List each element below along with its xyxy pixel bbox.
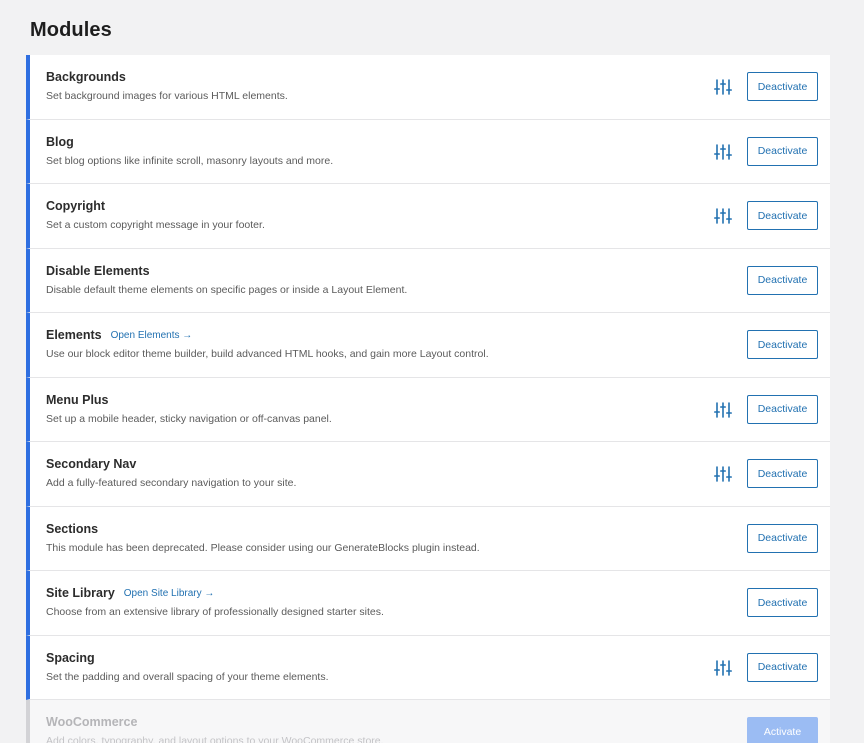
- sliders-icon[interactable]: [714, 466, 733, 482]
- module-row-elements: Elements Open Elements → Use our block edi…: [26, 313, 830, 378]
- module-name: Site Library Open Site Library →: [46, 586, 214, 600]
- module-description: Add a fully-featured secondary navigatio…: [46, 477, 297, 489]
- module-name-text: Menu Plus: [46, 392, 109, 407]
- module-row-menu-plus: Menu Plus Set up a mobile header, sticky …: [26, 377, 830, 442]
- deactivate-button-sections[interactable]: Deactivate: [747, 523, 818, 553]
- module-name: Sections: [46, 522, 98, 536]
- activate-button-woocommerce[interactable]: Activate: [747, 717, 818, 743]
- deactivate-button-backgrounds[interactable]: Deactivate: [747, 72, 818, 101]
- module-name: Copyright: [46, 199, 105, 213]
- module-description: Set blog options like infinite scroll, m…: [46, 154, 334, 167]
- module-name-text: WooCommerce: [46, 715, 138, 729]
- module-name-text: Secondary Nav: [46, 457, 137, 471]
- deactivate-button-secondary-nav[interactable]: Deactivate: [747, 459, 818, 488]
- module-row-sections: Sections This module has been deprecated.…: [26, 506, 830, 571]
- module-description: Set up a mobile header, sticky navigatio…: [46, 412, 332, 425]
- open-elements-link[interactable]: Open Elements →: [111, 330, 193, 341]
- sliders-icon[interactable]: [714, 659, 733, 676]
- module-description: Disable default theme elements on specif…: [46, 283, 408, 296]
- module-description: Choose from an extensive library of prof…: [46, 606, 384, 618]
- deactivate-button-menu-plus[interactable]: Deactivate: [747, 394, 818, 424]
- sliders-icon[interactable]: [714, 208, 733, 224]
- deactivate-button-elements[interactable]: Deactivate: [747, 330, 818, 359]
- module-description: Use our block editor theme builder, buil…: [46, 348, 489, 360]
- module-description: Set background images for various HTML e…: [46, 90, 288, 102]
- module-description: This module has been deprecated. Please …: [46, 541, 480, 554]
- module-name: Backgrounds: [46, 70, 126, 84]
- module-row-spacing: Spacing Set the padding and overall spaci…: [26, 635, 830, 700]
- sliders-icon[interactable]: [714, 143, 733, 160]
- module-name: Secondary Nav: [46, 457, 136, 471]
- sliders-icon[interactable]: [714, 401, 733, 418]
- deactivate-button-blog[interactable]: Deactivate: [747, 136, 818, 166]
- module-name: Blog: [46, 135, 74, 149]
- deactivate-button-copyright[interactable]: Deactivate: [747, 201, 818, 230]
- module-name-text: Backgrounds: [46, 70, 126, 84]
- sliders-icon[interactable]: [714, 79, 733, 95]
- module-row-copyright: Copyright Set a custom copyright message …: [26, 184, 830, 249]
- module-name: Elements Open Elements →: [46, 328, 192, 342]
- module-row-site-library: Site Library Open Site Library → Choose fr…: [26, 571, 830, 636]
- module-name-text: Copyright: [46, 199, 106, 213]
- module-name: Disable Elements: [46, 264, 150, 278]
- module-name-text: Site Library: [46, 586, 115, 600]
- module-row-blog: Blog Set blog options like infinite scrol…: [26, 119, 830, 184]
- open-site-library-link[interactable]: Open Site Library →: [124, 588, 215, 599]
- module-description: Add colors, typography, and layout optio…: [46, 735, 384, 743]
- module-row-backgrounds: Backgrounds Set background images for var…: [26, 55, 830, 120]
- module-description: Set the padding and overall spacing of y…: [46, 670, 329, 683]
- module-list: Backgrounds Set background images for var…: [26, 55, 830, 743]
- module-name-text: Sections: [46, 521, 99, 536]
- module-row-woocommerce: WooCommerce Add colors, typography, and l…: [26, 700, 830, 743]
- module-name: WooCommerce: [46, 715, 137, 729]
- deactivate-button-spacing[interactable]: Deactivate: [747, 652, 818, 682]
- modules-page: Modules Backgrounds Set background images…: [0, 0, 864, 743]
- module-name-text: Spacing: [46, 650, 95, 665]
- module-name: Spacing: [46, 651, 95, 665]
- module-row-disable-elements: Disable Elements Disable default theme el…: [26, 248, 830, 313]
- module-name-text: Disable Elements: [46, 263, 150, 278]
- deactivate-button-disable-elements[interactable]: Deactivate: [747, 265, 818, 295]
- module-description: Set a custom copyright message in your f…: [46, 219, 265, 231]
- module-name-text: Elements: [46, 328, 102, 342]
- page-title: Modules: [30, 19, 112, 41]
- module-row-secondary-nav: Secondary Nav Add a fully-featured second…: [26, 442, 830, 507]
- module-name: Menu Plus: [46, 393, 109, 407]
- deactivate-button-site-library[interactable]: Deactivate: [747, 588, 818, 617]
- module-name-text: Blog: [46, 134, 74, 149]
